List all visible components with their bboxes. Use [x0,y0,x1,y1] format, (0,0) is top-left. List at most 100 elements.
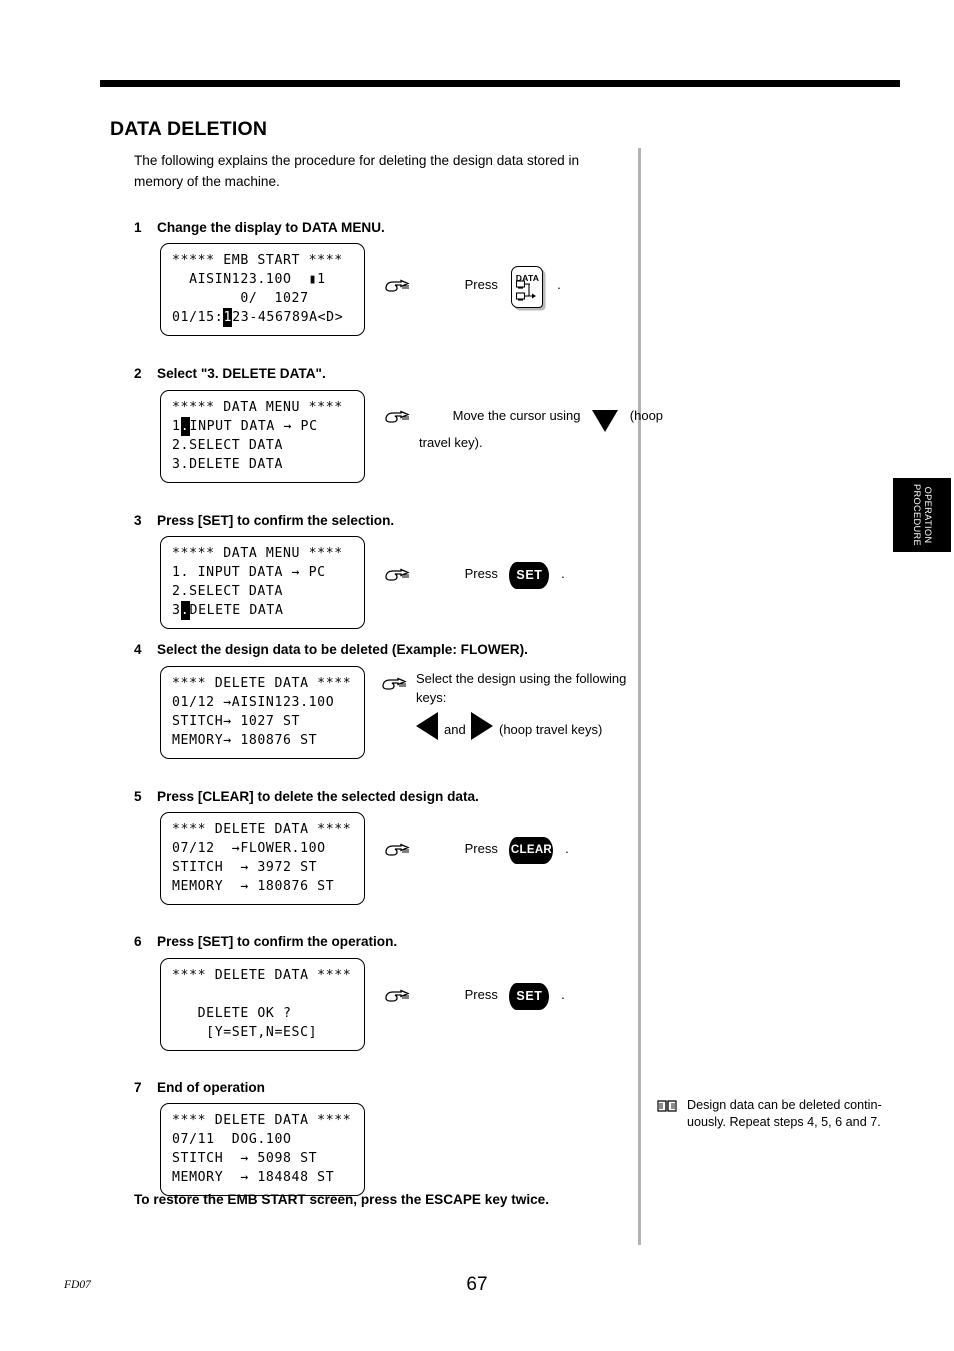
data-key-button[interactable]: DATA [511,266,544,308]
step-6-title: Press [SET] to confirm the operation. [157,934,398,949]
lcd-4-line-3: STITCH→ 1027 ST [172,714,301,729]
lcd-6-line-3: DELETE OK ? [172,1006,292,1021]
instruction-2-text-before: Move the cursor using [452,408,581,423]
note-line-1: Design data can be deleted contin- [687,1098,882,1112]
lcd-2-line-4: 3.DELETE DATA [172,457,284,472]
lcd-2-line-2-prefix: 1 [172,419,181,434]
step-1-heading: 1 Change the display to DATA MENU. [134,219,934,237]
lcd-5-line-1: **** DELETE DATA **** [172,822,352,837]
lcd-2-cursor: . [180,417,190,436]
pointing-hand-icon [382,677,407,690]
page-title: DATA DELETION [110,118,268,140]
step-5-number: 5 [134,789,142,804]
lcd-3-line-4-suffix: DELETE DATA [189,603,284,618]
footer-page-number: 67 [466,1274,488,1295]
lcd-3-cursor: . [180,601,190,620]
set-key-button[interactable]: SET [509,983,550,1011]
lcd-3-line-4-prefix: 3 [172,603,181,618]
step-4: 4 Select the design data to be deleted (E… [134,641,934,659]
set-key-button[interactable]: SET [509,562,550,590]
step-6-heading: 6 Press [SET] to confirm the operation. [134,933,934,951]
lcd-3-line-3: 2.SELECT DATA [172,584,284,599]
note-line-2: uously. Repeat steps 4, 5, 6 and 7. [687,1115,881,1129]
step-1-title: Change the display to DATA MENU. [157,220,385,235]
note-text: Design data can be deleted contin- uousl… [687,1097,937,1131]
instruction-6-press-label: Press [464,987,498,1002]
lcd-4-line-2: 01/12 →AISIN123.10O [172,695,335,710]
lcd-7-line-4: MEMORY → 184848 ST [172,1170,335,1185]
instruction-6-period: . [561,987,565,1002]
step-4-heading: 4 Select the design data to be deleted (E… [134,641,934,659]
lcd-2-line-3: 2.SELECT DATA [172,438,284,453]
left-triangle-key[interactable] [416,712,438,740]
step-5-heading: 5 Press [CLEAR] to delete the selected de… [134,788,934,806]
instruction-1-period: . [557,277,561,293]
right-triangle-key[interactable] [471,712,493,740]
instruction-2-text-after-1: (hoop [629,408,664,423]
lcd-1-cursor: 1 [223,308,233,327]
instruction-5-press-label: Press [464,841,498,856]
lcd-2-line-2: 1.INPUT DATA → PC [172,417,353,436]
instruction-2: Move the cursor using (hoop travel key). [383,405,663,450]
lcd-1-line-2: AISIN123.10O ▮1 [172,272,326,287]
lcd-7-line-3: STITCH → 5098 ST [172,1151,318,1166]
closing-note: To restore the EMB START screen, press t… [134,1192,549,1207]
instruction-4-line-1: Select the design using the following [416,671,627,686]
pointing-hand-icon [385,843,410,856]
step-7-number: 7 [134,1080,142,1095]
step-7: 7 End of operation [134,1079,934,1097]
lcd-3-line-1: ***** DATA MENU **** [172,546,343,561]
instruction-1: Press DATA . [383,266,561,310]
pointing-hand-icon [385,568,410,581]
step-5: 5 Press [CLEAR] to delete the selected de… [134,788,934,806]
step-7-heading: 7 End of operation [134,1079,934,1097]
step-4-number: 4 [134,642,142,657]
step-5-title: Press [CLEAR] to delete the selected des… [157,789,479,804]
instruction-4: Select the design using the following ke… [380,671,640,740]
instruction-5-period: . [565,841,569,856]
lcd-7-line-1: **** DELETE DATA **** [172,1113,352,1128]
step-3-heading: 3 Press [SET] to confirm the selection. [134,512,934,530]
step-3: 3 Press [SET] to confirm the selection. [134,512,934,530]
step-6: 6 Press [SET] to confirm the operation. [134,933,934,951]
instruction-5: Press CLEAR . [383,837,569,866]
down-triangle-key[interactable] [592,409,619,432]
lcd-2-line-2-suffix: INPUT DATA → PC [189,419,318,434]
instruction-1-press-label: Press [464,277,498,293]
lcd-1-line-4-suffix: 23-456789A<D> [232,310,344,325]
lcd-3-line-4: 3.DELETE DATA [172,601,353,620]
lcd-display-6: **** DELETE DATA **** DELETE OK ? [Y=SET… [160,958,365,1051]
book-icon [657,1100,677,1112]
lcd-1-line-3: 0/ 1027 [172,291,309,306]
step-2: 2 Select "3. DELETE DATA". [134,365,934,383]
lcd-5-line-4: MEMORY → 180876 ST [172,879,335,894]
lcd-6-line-1: **** DELETE DATA **** [172,968,352,983]
clear-key-button[interactable]: CLEAR [509,837,554,865]
step-3-title: Press [SET] to confirm the selection. [157,513,395,528]
step-4-title: Select the design data to be deleted (Ex… [157,642,528,657]
lcd-display-4: **** DELETE DATA **** 01/12 →AISIN123.10… [160,666,365,759]
step-7-title: End of operation [157,1080,265,1095]
instruction-3: Press SET . [383,562,565,591]
side-tab-line-2: PROCEDURE [912,483,922,547]
lcd-7-line-2: 07/11 DOG.10O [172,1132,292,1147]
instruction-4-trailing: (hoop travel keys) [499,722,603,737]
header-rule [100,80,900,87]
pointing-hand-icon [385,989,410,1002]
lcd-6-line-2 [172,985,353,1004]
step-1-number: 1 [134,220,142,235]
lcd-1-line-1: ***** EMB START **** [172,253,343,268]
lcd-display-7: **** DELETE DATA **** 07/11 DOG.10O STIT… [160,1103,365,1196]
lcd-5-line-2: 07/12 →FLOWER.10O [172,841,326,856]
step-2-heading: 2 Select "3. DELETE DATA". [134,365,934,383]
instruction-4-line-2: keys: [416,690,447,705]
step-3-number: 3 [134,513,142,528]
step-2-title: Select "3. DELETE DATA". [157,366,326,381]
lcd-6-line-4: [Y=SET,N=ESC] [172,1025,318,1040]
pointing-hand-icon [385,279,410,293]
instruction-3-period: . [561,566,565,581]
step-6-number: 6 [134,934,142,949]
lcd-3-line-2: 1. INPUT DATA → PC [172,565,326,580]
lcd-display-5: **** DELETE DATA **** 07/12 →FLOWER.10O … [160,812,365,905]
pointing-hand-icon [385,410,410,423]
